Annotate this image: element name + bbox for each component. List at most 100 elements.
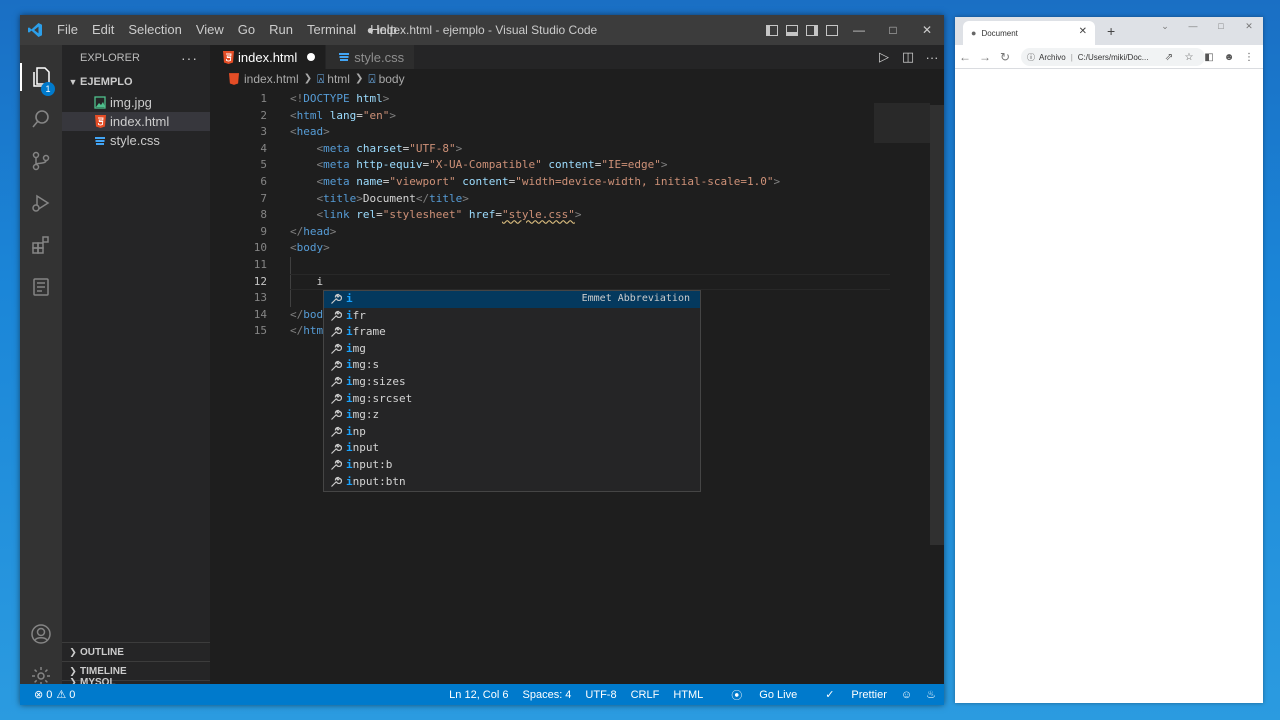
suggestion-match: i xyxy=(346,408,353,422)
code-line[interactable]: 11 xyxy=(210,257,944,274)
menu-help[interactable]: Help xyxy=(363,15,404,45)
breadcrumb-item[interactable]: index.html xyxy=(244,69,299,89)
code-line[interactable]: 8 <link rel="stylesheet" href="style.css… xyxy=(210,207,944,224)
image-file-icon xyxy=(92,96,108,109)
suggestion-item[interactable]: i mg:z xyxy=(324,407,700,424)
code-line[interactable]: 7 <title>Document</title> xyxy=(210,191,944,208)
code-line[interactable]: 5 <meta http-equiv="X-UA-Compatible" con… xyxy=(210,157,944,174)
line-number: 5 xyxy=(260,158,267,172)
browser-close-button[interactable]: ✕ xyxy=(1235,17,1263,37)
line-content: </head> xyxy=(290,224,336,241)
maximize-button[interactable]: □ xyxy=(876,15,910,45)
source-control-icon[interactable] xyxy=(27,147,55,175)
indentation-status[interactable]: Spaces: 4 xyxy=(523,689,572,701)
file-style-css[interactable]: style.css xyxy=(62,131,210,150)
minimize-button[interactable]: — xyxy=(842,15,876,45)
menu-file[interactable]: File xyxy=(50,15,85,45)
language-mode[interactable]: HTML xyxy=(673,689,703,701)
suggestion-item[interactable]: i mg:s xyxy=(324,357,700,374)
menu-kebab-icon[interactable]: ⋮ xyxy=(1239,52,1259,63)
browser-toolbar: ← → ↻ ⓘ Archivo | C:/Users/miki/Doc... ⇗… xyxy=(955,45,1263,69)
suggestion-item[interactable]: i nput:b xyxy=(324,457,700,474)
menu-terminal[interactable]: Terminal xyxy=(300,15,363,45)
file-img-jpg[interactable]: img.jpg xyxy=(62,93,210,112)
run-debug-icon[interactable] xyxy=(27,189,55,217)
code-line[interactable]: 9 </head> xyxy=(210,224,944,241)
unsaved-dot-icon[interactable] xyxy=(307,53,316,61)
suggestion-item[interactable]: i Emmet Abbreviation xyxy=(324,291,700,308)
code-token: > xyxy=(660,158,668,172)
code-token: title xyxy=(323,191,357,205)
minimap[interactable] xyxy=(874,103,930,143)
breadcrumb-item[interactable]: html xyxy=(327,69,350,89)
encoding-status[interactable]: UTF-8 xyxy=(585,689,616,701)
suggestion-item[interactable]: i nput xyxy=(324,440,700,457)
cursor-position[interactable]: Ln 12, Col 6 xyxy=(449,689,508,701)
forward-arrow-icon[interactable]: → xyxy=(975,50,995,64)
feedback-icon[interactable]: ☺ xyxy=(901,689,912,701)
share-icon[interactable]: ⇗ xyxy=(1159,52,1179,63)
file-index-html[interactable]: index.html xyxy=(62,112,210,131)
back-arrow-icon[interactable]: ← xyxy=(955,50,975,64)
tab-search-icon[interactable]: ⌄ xyxy=(1151,17,1179,37)
browser-minimize-button[interactable]: — xyxy=(1179,17,1207,37)
accounts-icon[interactable] xyxy=(27,620,55,648)
close-tab-icon[interactable]: ✕ xyxy=(1079,26,1087,37)
menu-edit[interactable]: Edit xyxy=(85,15,121,45)
scrollbar[interactable] xyxy=(930,105,944,545)
breadcrumb-item[interactable]: body xyxy=(379,69,405,89)
folder-ejemplo[interactable]: ▼ EJEMPLO xyxy=(62,71,210,93)
tab-style-css[interactable]: style.css xyxy=(326,45,416,69)
menu-go[interactable]: Go xyxy=(231,15,262,45)
suggestion-item[interactable]: i np xyxy=(324,424,700,441)
suggestion-item[interactable]: i mg xyxy=(324,341,700,358)
toggle-panel-icon[interactable] xyxy=(782,15,802,45)
tab-index-html[interactable]: index.html xyxy=(210,45,327,69)
suggestion-detail: Emmet Abbreviation xyxy=(581,293,690,304)
suggestion-item[interactable]: i nput:btn xyxy=(324,474,700,491)
menu-run[interactable]: Run xyxy=(262,15,300,45)
profile-icon[interactable]: ☻ xyxy=(1219,52,1239,63)
suggestion-item[interactable]: i mg:sizes xyxy=(324,374,700,391)
problems-status[interactable]: ⊗ 0 ⚠ 0 xyxy=(20,688,75,702)
line-number: 7 xyxy=(260,191,267,205)
side-panel-icon[interactable]: ◧ xyxy=(1199,52,1219,63)
code-line[interactable]: 1 <!DOCTYPE html> xyxy=(210,91,944,108)
menu-selection[interactable]: Selection xyxy=(121,15,188,45)
outline-section[interactable]: ❯ OUTLINE xyxy=(62,642,210,661)
wrench-icon xyxy=(328,326,344,338)
prettier-status[interactable]: ✓ Prettier xyxy=(811,688,887,702)
code-line[interactable]: 2 <html lang="en"> xyxy=(210,108,944,125)
browser-tab-document[interactable]: ● Document ✕ xyxy=(963,21,1095,45)
toggle-sidebar-icon[interactable] xyxy=(762,15,782,45)
bookmark-star-icon[interactable]: ☆ xyxy=(1179,52,1199,63)
notifications-bell-icon[interactable]: ♨ xyxy=(926,688,936,701)
more-actions-icon[interactable]: ··· xyxy=(920,50,944,65)
close-button[interactable]: ✕ xyxy=(910,15,944,45)
extensions-icon[interactable] xyxy=(27,231,55,259)
reload-icon[interactable]: ↻ xyxy=(995,50,1015,64)
search-icon[interactable] xyxy=(27,105,55,133)
eol-status[interactable]: CRLF xyxy=(631,689,660,701)
browser-maximize-button[interactable]: □ xyxy=(1207,17,1235,37)
code-line[interactable]: 6 <meta name="viewport" content="width=d… xyxy=(210,174,944,191)
go-live-button[interactable]: ⦿ Go Live xyxy=(717,687,797,703)
toggle-secondary-sidebar-icon[interactable] xyxy=(802,15,822,45)
customize-layout-icon[interactable] xyxy=(822,15,842,45)
suggestion-item[interactable]: i mg:srcset xyxy=(324,391,700,408)
run-icon[interactable]: ▷ xyxy=(872,49,896,65)
code-line[interactable]: 12 i xyxy=(210,273,944,291)
line-content: </bod xyxy=(290,307,323,324)
suggestion-item[interactable]: i frame xyxy=(324,324,700,341)
split-editor-icon[interactable]: ◫ xyxy=(896,49,920,65)
more-actions-icon[interactable]: ··· xyxy=(181,45,198,71)
line-number: 12 xyxy=(253,274,267,288)
code-line[interactable]: 3 <head> xyxy=(210,124,944,141)
code-line[interactable]: 10 <body> xyxy=(210,240,944,257)
code-token: meta xyxy=(323,174,350,188)
suggestion-item[interactable]: i fr xyxy=(324,308,700,325)
new-tab-button[interactable]: + xyxy=(1107,23,1115,39)
code-line[interactable]: 4 <meta charset="UTF-8"> xyxy=(210,141,944,158)
menu-view[interactable]: View xyxy=(189,15,231,45)
database-icon[interactable] xyxy=(27,273,55,301)
